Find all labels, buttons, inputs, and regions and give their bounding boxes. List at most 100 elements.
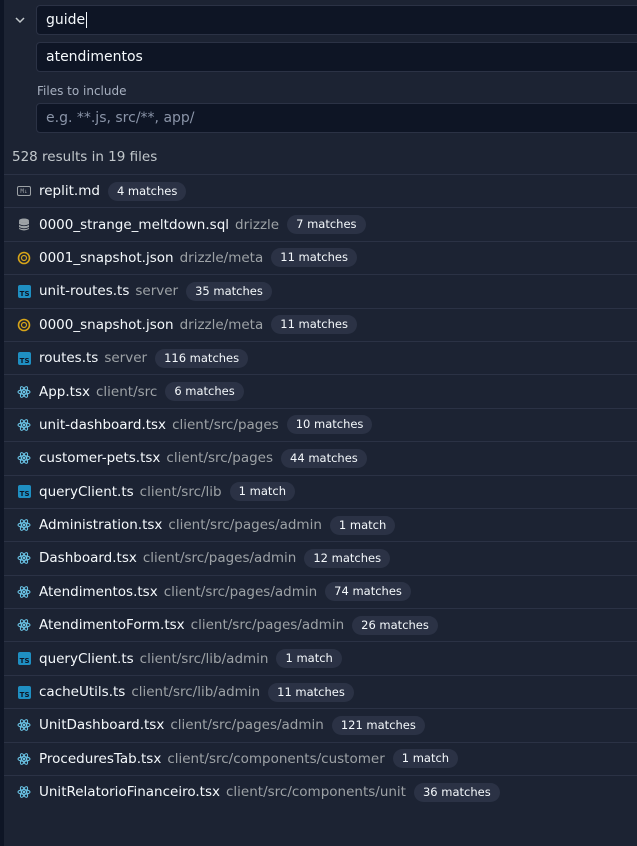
react-icon — [17, 785, 31, 799]
react-icon — [17, 585, 31, 599]
result-file-row[interactable]: 0000_strange_meltdown.sql drizzle 7 matche… — [4, 207, 637, 240]
match-count-badge: 121 matches — [331, 715, 425, 735]
react-icon — [17, 551, 31, 565]
files-to-include-label: Files to include — [37, 84, 127, 98]
result-file-row[interactable]: M↓ replit.md 4 matches — [4, 174, 637, 207]
result-file-name: cacheUtils.ts — [39, 684, 126, 701]
match-count-badge: 11 matches — [268, 682, 354, 702]
match-count-badge: 12 matches — [304, 548, 391, 568]
result-file-row[interactable]: TS unit-routes.ts server 35 matches — [4, 274, 637, 307]
react-icon — [17, 385, 31, 399]
result-file-path: client/src/pages — [166, 450, 274, 467]
result-file-name: Atendimentos.tsx — [39, 583, 158, 600]
result-file-path: client/src/pages/admin — [163, 583, 318, 600]
result-file-name: routes.ts — [39, 350, 99, 367]
match-count-badge: 1 match — [276, 649, 342, 669]
react-icon — [17, 718, 31, 732]
result-file-path: client/src/lib — [139, 483, 222, 500]
result-file-path: client/src/pages/admin — [170, 717, 324, 734]
match-count-badge: 26 matches — [352, 615, 438, 635]
match-count-badge: 7 matches — [287, 215, 366, 235]
result-file-row[interactable]: App.tsx client/src 6 matches — [4, 374, 637, 407]
match-count-badge: 74 matches — [325, 582, 411, 602]
replace-text: atendimentos — [46, 49, 143, 65]
result-file-row[interactable]: 0001_snapshot.json drizzle/meta 11 matches — [4, 240, 637, 274]
result-file-row[interactable]: 0000_snapshot.json drizzle/meta 11 matches — [4, 307, 637, 341]
result-file-path: client/src/pages — [172, 416, 279, 433]
result-file-path: drizzle/meta — [179, 316, 264, 333]
match-count-badge: 116 matches — [155, 348, 249, 368]
result-file-row[interactable]: ProceduresTab.tsx client/src/components/c… — [4, 741, 637, 775]
result-file-path: drizzle — [235, 216, 280, 233]
match-count-badge: 4 matches — [107, 181, 187, 201]
result-file-row[interactable]: Administration.tsx client/src/pages/admin… — [4, 507, 637, 541]
result-file-path: client/src/components/customer — [167, 750, 385, 767]
json-icon — [17, 318, 31, 332]
result-file-name: App.tsx — [39, 383, 90, 400]
match-count-badge: 1 match — [392, 749, 459, 769]
result-file-name: 0001_snapshot.json — [39, 249, 174, 266]
result-file-name: queryClient.ts — [39, 483, 134, 500]
result-file-path: client/src/lib/admin — [131, 684, 261, 701]
typescript-icon: TS — [17, 284, 31, 298]
files-to-include-placeholder: e.g. **.js, src/**, app/ — [46, 110, 195, 126]
result-file-name: UnitRelatorioFinanceiro.tsx — [39, 784, 220, 801]
result-file-row[interactable]: TS queryClient.ts client/src/lib/admin 1 ma… — [4, 641, 637, 674]
result-file-path: server — [104, 350, 148, 367]
typescript-icon: TS — [17, 685, 31, 699]
match-count-badge: 1 match — [329, 515, 396, 535]
result-file-path: drizzle/meta — [179, 249, 264, 266]
result-file-name: 0000_strange_meltdown.sql — [39, 216, 230, 233]
match-count-badge: 44 matches — [281, 448, 367, 468]
typescript-icon: TS — [17, 652, 31, 666]
typescript-icon: TS — [17, 351, 31, 365]
result-file-row[interactable]: Dashboard.tsx client/src/pages/admin 12 ma… — [4, 541, 637, 574]
result-file-row[interactable]: UnitRelatorioFinanceiro.tsx client/src/co… — [4, 775, 637, 808]
database-icon — [17, 218, 31, 232]
result-file-name: UnitDashboard.tsx — [39, 717, 165, 734]
files-to-include-input[interactable]: e.g. **.js, src/**, app/ — [36, 103, 637, 133]
match-count-badge: 10 matches — [286, 415, 373, 435]
search-query-text: guide — [46, 12, 86, 28]
results-summary: 528 results in 19 files — [12, 149, 158, 165]
result-file-path: server — [135, 283, 179, 300]
result-file-row[interactable]: TS cacheUtils.ts client/src/lib/admin 11 ma… — [4, 674, 637, 708]
json-icon — [17, 251, 31, 265]
text-caret — [86, 12, 88, 28]
match-count-badge: 36 matches — [413, 782, 500, 802]
result-file-row[interactable]: TS routes.ts server 116 matches — [4, 340, 637, 374]
result-file-path: client/src — [95, 383, 158, 400]
react-icon — [17, 618, 31, 632]
result-file-name: queryClient.ts — [39, 650, 134, 667]
result-file-name: customer-pets.tsx — [39, 450, 161, 467]
replace-input[interactable]: atendimentos — [36, 42, 637, 72]
result-file-row[interactable]: Atendimentos.tsx client/src/pages/admin 74… — [4, 574, 637, 608]
match-count-badge: 1 match — [229, 482, 295, 502]
results-list: M↓ replit.md 4 matches 0000_strange_meltdow… — [4, 174, 637, 808]
match-count-badge: 11 matches — [271, 248, 357, 268]
result-file-name: Administration.tsx — [39, 517, 163, 534]
result-file-name: replit.md — [39, 183, 100, 200]
markdown-icon: M↓ — [17, 184, 31, 198]
typescript-icon: TS — [17, 485, 31, 499]
result-file-path: client/src/components/unit — [225, 784, 406, 801]
result-file-path: client/src/pages/admin — [190, 617, 345, 634]
result-file-name: unit-dashboard.tsx — [39, 416, 167, 433]
result-file-name: Dashboard.tsx — [39, 550, 137, 567]
result-file-row[interactable]: customer-pets.tsx client/src/pages 44 matc… — [4, 441, 637, 474]
result-file-row[interactable]: unit-dashboard.tsx client/src/pages 10 mat… — [4, 407, 637, 441]
react-icon — [17, 451, 31, 465]
search-input[interactable]: guide — [36, 5, 637, 35]
result-file-row[interactable]: UnitDashboard.tsx client/src/pages/admin 1… — [4, 708, 637, 741]
chevron-down-icon[interactable] — [12, 12, 28, 28]
react-icon — [17, 752, 31, 766]
result-file-path: client/src/lib/admin — [139, 650, 269, 667]
result-file-path: client/src/pages/admin — [168, 517, 322, 534]
match-count-badge: 6 matches — [165, 382, 244, 402]
result-file-row[interactable]: TS queryClient.ts client/src/lib 1 match — [4, 474, 637, 508]
result-file-name: AtendimentoForm.tsx — [39, 617, 185, 634]
match-count-badge: 11 matches — [271, 315, 357, 335]
result-file-row[interactable]: AtendimentoForm.tsx client/src/pages/admi… — [4, 608, 637, 641]
result-file-name: 0000_snapshot.json — [39, 316, 174, 333]
result-file-path: client/src/pages/admin — [142, 550, 297, 567]
